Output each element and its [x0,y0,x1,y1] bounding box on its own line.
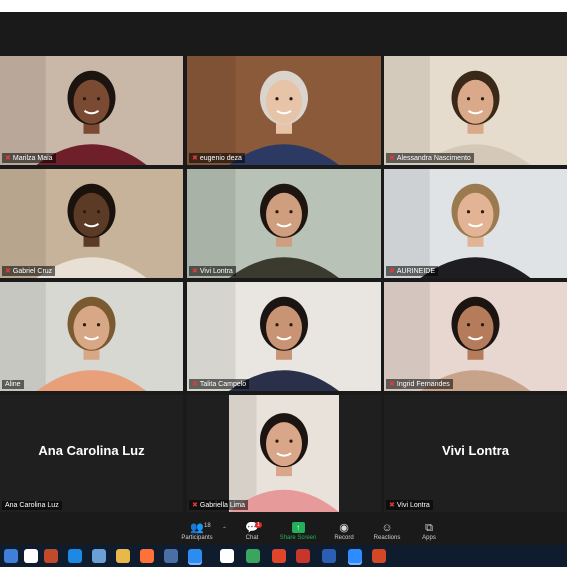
camera-off-name: Vivi Lontra [442,443,509,458]
smiley-plus-icon: ☺ [381,522,393,534]
taskbar-app-icon[interactable] [116,549,130,563]
taskbar-app-icon[interactable] [246,549,260,563]
apps-label: Apps [422,535,436,541]
taskbar-app-icon[interactable] [272,549,286,563]
muted-mic-icon: ✖ [192,155,198,162]
share-screen-label: Share Screen [279,535,317,541]
reactions-label: Reactions [373,535,401,541]
arrow-up-screen-icon: ↑ [291,522,305,533]
video-tile[interactable]: Vivi Lontra ✖ Vivi Lontra [384,395,567,512]
participant-nameplate: ✖ eugenio deza [189,153,245,163]
video-tile[interactable]: ✖ Gabriella Lima [187,395,381,512]
apps-button[interactable]: ⧉ Apps [406,521,452,541]
video-tile[interactable]: ✖ Gabriel Cruz [0,169,183,278]
participant-name: Aline [5,381,21,388]
apps-grid-icon: ⧉ [425,522,433,534]
record-label: Record [334,535,354,541]
taskbar-app-icon[interactable] [68,549,82,563]
participant-name: Alessandra Nascimento [396,154,471,162]
video-tile[interactable]: ✖ Vivi Lontra [187,169,381,278]
chat-label: Chat [245,535,259,541]
muted-mic-icon: ✖ [389,268,395,275]
taskbar-app-icon[interactable] [24,549,38,563]
speech-bubble-icon: 💬 [245,522,259,534]
taskbar-app-icon[interactable] [322,549,336,563]
people-icon: 👥 [190,522,204,534]
participant-nameplate: ✖ Gabriella Lima [189,500,249,510]
participant-video [384,282,567,391]
zoom-window: ✖ Marilza Maia ✖ eugenio deza ✖ Alessandra Na… [0,12,567,557]
participant-video [384,56,567,165]
participant-video [187,56,381,165]
participant-nameplate: Ana Carolina Luz [2,501,62,510]
video-tile[interactable]: ✖ eugenio deza [187,56,381,165]
participant-name: Vivi Lontra [396,501,430,509]
participant-nameplate: Aline [2,380,24,389]
muted-mic-icon: ✖ [5,155,11,162]
taskbar-app-icon[interactable] [372,549,386,563]
participant-video [0,56,183,165]
participant-nameplate: ✖ Marilza Maia [2,153,56,163]
muted-mic-icon: ✖ [192,502,198,509]
camera-off-name: Ana Carolina Luz [38,443,145,458]
muted-mic-icon: ✖ [192,381,198,388]
participants-caret-icon[interactable]: ⌃ [222,526,227,533]
participants-label: Participants [181,535,213,541]
taskbar-app-icon[interactable] [348,549,362,563]
muted-mic-icon: ✖ [5,268,11,275]
participants-count: 18 [204,523,211,529]
participant-nameplate: ✖ Vivi Lontra [386,500,433,510]
participant-name: Gabriel Cruz [12,267,53,275]
muted-mic-icon: ✖ [389,502,395,509]
taskbar-app-icon[interactable] [44,549,58,563]
participant-name: Talita Campelo [199,380,247,388]
taskbar-app-icon[interactable] [4,549,18,563]
participant-nameplate: ✖ Alessandra Nascimento [386,153,474,163]
participant-name: Ana Carolina Luz [5,502,59,509]
participant-name: Vivi Lontra [199,267,233,275]
chat-button[interactable]: 💬 1 Chat [229,521,275,541]
participant-video [0,282,183,391]
windows-taskbar [0,545,567,567]
participant-nameplate: ✖ Gabriel Cruz [2,266,56,276]
participant-video [187,282,381,391]
taskbar-app-icon[interactable] [296,549,310,563]
video-gallery: ✖ Marilza Maia ✖ eugenio deza ✖ Alessandra Na… [0,56,567,514]
share-screen-button[interactable]: ↑ Share Screen [275,521,321,541]
muted-mic-icon: ✖ [192,268,198,275]
participant-name: Ingrid Fernandes [396,380,450,388]
taskbar-app-icon[interactable] [188,549,202,563]
video-tile[interactable]: Ana Carolina Luz Ana Carolina Luz [0,395,183,512]
taskbar-app-icon[interactable] [220,549,234,563]
participant-nameplate: ✖ AURINEIDE [386,266,438,276]
muted-mic-icon: ✖ [389,381,395,388]
reactions-button[interactable]: ☺ Reactions [364,521,410,541]
video-tile[interactable]: ✖ Alessandra Nascimento [384,56,567,165]
participant-video [229,395,339,512]
video-tile[interactable]: Aline [0,282,183,391]
video-tile[interactable]: ✖ Talita Campelo [187,282,381,391]
video-tile[interactable]: ✖ AURINEIDE [384,169,567,278]
taskbar-app-icon[interactable] [164,549,178,563]
participants-button[interactable]: 👥 18 Participants [174,521,220,541]
participant-nameplate: ✖ Ingrid Fernandes [386,379,453,389]
participant-video [0,169,183,278]
participant-name: Gabriella Lima [199,501,246,509]
record-button[interactable]: ◉ Record [321,521,367,541]
participant-name: AURINEIDE [396,267,435,275]
video-tile[interactable]: ✖ Marilza Maia [0,56,183,165]
muted-mic-icon: ✖ [389,155,395,162]
participant-name: Marilza Maia [12,154,53,162]
chat-badge: 1 [255,522,262,528]
taskbar-app-icon[interactable] [140,549,154,563]
video-tile[interactable]: ✖ Ingrid Fernandes [384,282,567,391]
participant-nameplate: ✖ Vivi Lontra [189,266,236,276]
participant-name: eugenio deza [199,154,242,162]
record-circle-icon: ◉ [339,522,349,534]
participant-video [187,169,381,278]
participant-video [384,169,567,278]
participant-nameplate: ✖ Talita Campelo [189,379,250,389]
taskbar-app-icon[interactable] [92,549,106,563]
